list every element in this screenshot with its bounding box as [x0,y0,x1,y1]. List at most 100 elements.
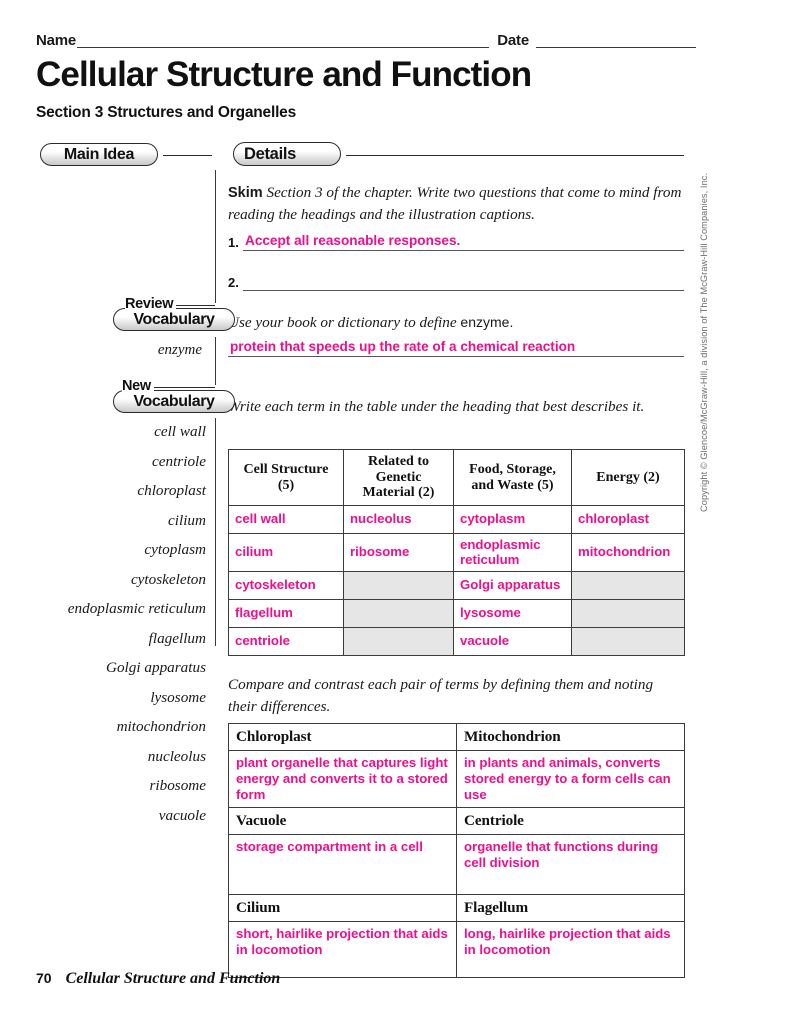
table-cell[interactable]: chloroplast [571,505,685,535]
table-cell[interactable]: mitochondrion [571,533,685,573]
term-header-cell: Mitochondrion [456,723,685,751]
term-header-cell: Centriole [456,807,685,836]
list-item: chloroplast [137,482,206,499]
details-rule [346,155,684,156]
column-header-energy: Energy (2) [571,448,685,507]
table-row: Cilium Flagellum [228,894,685,923]
enzyme-answer-line[interactable]: protein that speeds up the rate of a che… [228,338,684,357]
table-cell-empty[interactable] [343,627,454,657]
table-cell[interactable]: cytoplasm [453,505,572,535]
list-item: nucleolus [147,747,206,765]
skim-answer-number-1: 1. [228,235,239,250]
skim-instruction-text: Section 3 of the chapter. Write two ques… [228,184,682,223]
table-cell[interactable]: flagellum [228,599,344,629]
vocabulary-term-list-items: cell wall centriole chloroplast cilium c… [10,424,206,823]
header-text: Energy (2) [596,469,660,485]
table-cell-empty[interactable] [571,599,685,629]
term-header-cell: Cilium [228,894,457,923]
table-row: flagellum lysosome [228,599,685,629]
skim-answer-text-2 [243,273,245,288]
skim-instruction: Skim Section 3 of the chapter. Write two… [228,182,684,225]
details-label: Details [244,144,297,163]
name-input-rule[interactable] [77,35,490,48]
table-row: Chloroplast Mitochondrion [228,723,685,751]
list-item: endoplasmic reticulum [67,600,206,617]
table-cell-empty[interactable] [571,571,685,601]
table-cell[interactable]: centriole [228,627,344,657]
vocabulary-term-list: cell wall centriole chloroplast cilium c… [10,424,206,837]
page-title: Cellular Structure and Function [36,55,532,94]
table-row: cilium ribosome endoplasmic reticulum mi… [228,533,685,573]
enzyme-answer-row: protein that speeds up the rate of a che… [228,338,684,357]
list-item: lysosome [150,688,206,706]
main-idea-label: Main Idea [63,145,135,163]
table-cell[interactable]: nucleolus [343,505,454,535]
list-item: cytoskeleton [130,570,206,588]
enzyme-answer-text: protein that speeds up the rate of a che… [230,339,576,354]
table-row: storage compartment in a cell organelle … [228,834,685,896]
skim-answer-row-1: 1. Accept all reasonable responses. [228,232,684,251]
table-row: centriole vacuole [228,627,685,657]
list-item: cytoplasm [144,541,206,558]
skim-bold-word: Skim [228,185,263,201]
table-cell[interactable]: ribosome [343,533,454,573]
definition-cell[interactable]: organelle that functions during cell div… [456,834,685,896]
column-header-cell-structure: Cell Structure (5) [228,448,344,507]
definition-cell[interactable]: in plants and animals, converts stored e… [456,749,685,809]
list-item: vacuole [158,806,206,824]
main-idea-rule [163,155,212,156]
column-divider-1 [215,170,216,294]
table-cell[interactable]: cilium [228,533,344,573]
definition-cell[interactable]: long, hairlike projection that aids in l… [456,921,685,979]
list-item: mitochondrion [116,718,206,735]
table-row: short, hairlike projection that aids in … [228,921,685,979]
table-cell[interactable]: cytoskeleton [228,571,344,601]
new-vocabulary-instruction: Write each term in the table under the h… [228,398,645,415]
page-number: 70 [36,970,52,986]
details-pill: Details [233,142,341,166]
date-label: Date [497,32,529,49]
table-row: Vacuole Centriole [228,807,685,836]
list-item: ribosome [149,777,206,794]
footer-title: Cellular Structure and Function [65,970,281,987]
skim-answer-line-1[interactable]: Accept all reasonable responses. [243,232,684,251]
list-item: flagellum [148,629,206,647]
section-subtitle: Section 3 Structures and Organelles [36,104,297,121]
definition-cell[interactable]: plant organelle that captures light ener… [228,749,457,809]
column-divider-5 [215,418,216,646]
table-cell[interactable]: Golgi apparatus [453,571,572,601]
table-row: plant organelle that captures light ener… [228,749,685,809]
review-instruction-term: enzyme. [460,314,514,330]
table-cell-empty[interactable] [571,627,685,657]
table-cell[interactable]: cell wall [228,505,344,535]
review-instruction-italic: Use your book or dictionary to define [228,314,461,331]
compare-contrast-instruction: Compare and contrast each pair of terms … [228,676,654,715]
header-text: Food, Storage, and Waste (5) [469,461,556,493]
classification-table: Cell Structure (5) Related to Genetic Ma… [228,448,685,657]
column-divider-2 [215,293,216,303]
table-cell-empty[interactable] [343,599,454,629]
review-vocabulary-instruction: Use your book or dictionary to define en… [228,312,684,334]
table-cell-empty[interactable] [343,571,454,601]
skim-answer-number-2: 2. [228,275,239,290]
skim-answer-row-2: 2. [228,272,684,291]
new-pill-top-label: New [122,378,154,394]
list-item: cell wall [154,423,206,440]
column-header-food-storage-waste: Food, Storage, and Waste (5) [453,448,572,507]
name-date-row: Name Date [36,33,696,48]
skim-answer-line-2[interactable] [243,272,684,291]
table-cell[interactable]: endoplasmic reticulum [453,533,572,573]
table-row: cell wall nucleolus cytoplasm chloroplas… [228,505,685,535]
table-cell[interactable]: vacuole [453,627,572,657]
header-text: Related to Genetic Material (2) [362,454,435,501]
main-idea-pill: Main Idea [40,143,158,166]
term-header-cell: Flagellum [456,894,685,923]
enzyme-term-label: enzyme [157,342,202,358]
column-header-genetic-material: Related to Genetic Material (2) [343,448,454,507]
definition-cell[interactable]: storage compartment in a cell [228,834,457,896]
table-header-row: Cell Structure (5) Related to Genetic Ma… [228,448,685,507]
date-input-rule[interactable] [536,35,696,48]
page-footer: 70 Cellular Structure and Function [36,970,280,988]
table-cell[interactable]: lysosome [453,599,572,629]
skim-answer-text-1: Accept all reasonable responses. [245,233,461,248]
